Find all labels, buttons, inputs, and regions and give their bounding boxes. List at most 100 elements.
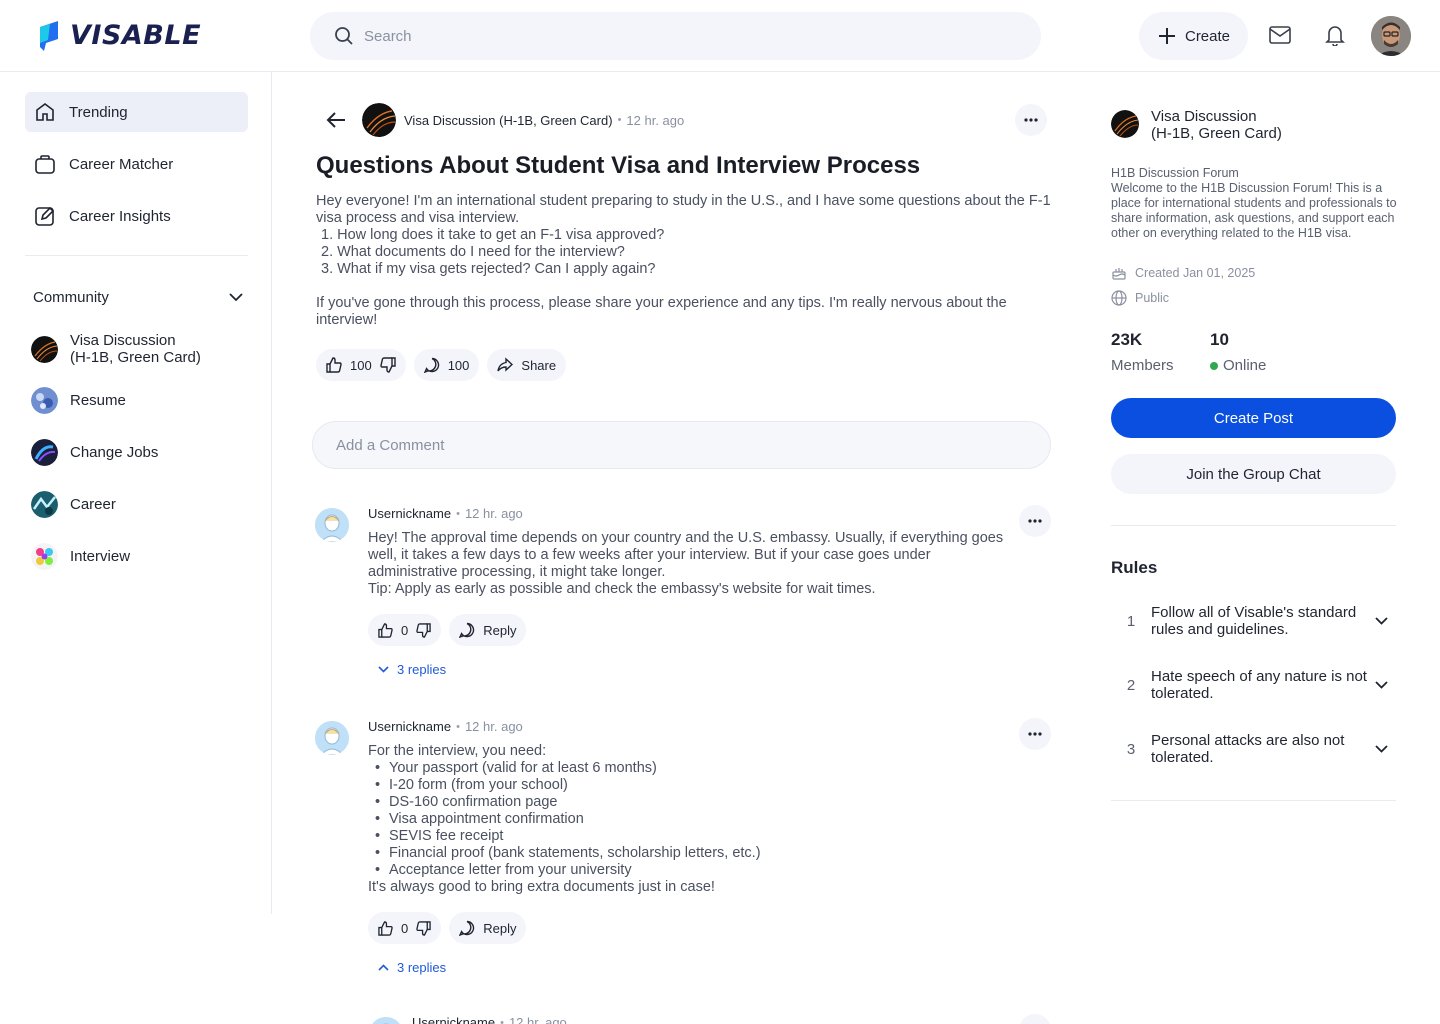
community-toggle[interactable]: Community <box>33 286 243 308</box>
visibility-label: Public <box>1135 291 1170 305</box>
comment-more-button[interactable] <box>1019 505 1051 537</box>
nav-item-career-matcher[interactable]: Career Matcher <box>25 144 248 184</box>
create-button[interactable]: Create <box>1139 12 1248 60</box>
rule-item[interactable]: 3 Personal attacks are also not tolerate… <box>1111 732 1396 766</box>
top-header: VISABLE Create <box>0 0 1440 72</box>
post-community-name[interactable]: Visa Discussion (H-1B, Green Card) <box>404 113 613 128</box>
comment-time: 12 hr. ago <box>464 719 523 734</box>
user-avatar[interactable] <box>1371 16 1411 56</box>
community-item-change-jobs[interactable]: Change Jobs <box>31 439 248 466</box>
separator-dot: • <box>456 720 460 733</box>
edit-icon <box>35 206 55 226</box>
document-bullet: Visa appointment confirmation <box>368 811 1018 828</box>
nav-label: Trending <box>69 103 128 121</box>
comment-more-button[interactable] <box>1019 1014 1051 1024</box>
community-name: Career <box>70 496 116 513</box>
community-avatar <box>31 335 58 363</box>
community-item-interview[interactable]: Interview <box>31 543 248 570</box>
document-bullet: SEVIS fee receipt <box>368 828 1018 845</box>
comment-username[interactable]: Usernickname <box>412 1015 495 1024</box>
plus-icon <box>1158 28 1175 44</box>
nav-item-trending[interactable]: Trending <box>25 92 248 132</box>
commenter-avatar[interactable] <box>315 508 349 542</box>
online-status-dot <box>1210 361 1218 370</box>
briefcase-icon <box>35 155 55 174</box>
share-button[interactable]: Share <box>487 349 567 381</box>
post-more-button[interactable] <box>1015 104 1047 136</box>
thumbs-down-icon[interactable] <box>416 622 431 638</box>
join-group-chat-button[interactable]: Join the Group Chat <box>1111 454 1396 494</box>
comment-tip: Tip: Apply as early as possible and chec… <box>368 581 876 597</box>
thumbs-down-icon[interactable] <box>416 920 431 936</box>
collapse-replies-toggle[interactable]: 3 replies <box>378 960 446 975</box>
vote-control: 100 <box>316 349 406 381</box>
cake-icon <box>1112 268 1126 280</box>
brand-name: VISABLE <box>70 20 202 51</box>
commenter-avatar[interactable] <box>315 721 349 755</box>
created-date: Created Jan 01, 2025 <box>1111 265 1255 280</box>
chevron-down-icon <box>1371 681 1391 689</box>
globe-icon <box>1111 290 1127 306</box>
chevron-down-icon <box>1371 617 1391 625</box>
post-question: 2. What documents do I need for the inte… <box>321 244 625 260</box>
comment-more-button[interactable] <box>1019 718 1051 750</box>
document-bullet: Acceptance letter from your university <box>368 862 1018 879</box>
comment-body: Hey! The approval time depends on your c… <box>368 530 1018 598</box>
commenter-avatar[interactable] <box>369 1017 403 1024</box>
add-comment-input[interactable] <box>312 421 1051 469</box>
back-arrow-icon[interactable] <box>322 106 350 134</box>
comment-actions: 0 Reply <box>368 912 527 944</box>
bell-icon[interactable] <box>1322 22 1348 48</box>
community-item-visa[interactable]: Visa Discussion (H-1B, Green Card) <box>31 332 248 366</box>
community-avatar <box>31 491 58 518</box>
online-label: Online <box>1210 357 1266 374</box>
expand-replies-toggle[interactable]: 3 replies <box>378 662 446 677</box>
chevron-down-icon <box>1371 745 1391 753</box>
community-name: Interview <box>70 548 131 565</box>
thumbs-up-icon[interactable] <box>378 920 393 936</box>
comment-username[interactable]: Usernickname <box>368 719 451 734</box>
about-name-line: (H-1B, Green Card) <box>1151 125 1282 142</box>
mail-icon[interactable] <box>1267 22 1293 48</box>
post-actions: 100 100 Share <box>316 349 567 381</box>
chevron-down-icon <box>378 666 389 673</box>
document-bullet: Financial proof (bank statements, schola… <box>368 845 1018 862</box>
comment-actions: 0 Reply <box>368 614 527 646</box>
home-icon <box>36 103 54 121</box>
thumbs-up-icon[interactable] <box>326 357 342 373</box>
comment-time: 12 hr. ago <box>508 1015 567 1024</box>
reply-button[interactable]: Reply <box>449 614 527 646</box>
more-horizontal-icon <box>1028 519 1042 523</box>
created-label: Created Jan 01, 2025 <box>1135 265 1256 280</box>
thumbs-up-icon[interactable] <box>378 622 393 638</box>
brand-logo[interactable]: VISABLE <box>36 20 201 51</box>
rule-item[interactable]: 1 Follow all of Visable's standard rules… <box>1111 604 1396 638</box>
thumbs-down-icon[interactable] <box>380 357 396 373</box>
share-icon <box>497 357 514 372</box>
separator-dot: • <box>617 114 622 126</box>
more-horizontal-icon <box>1024 118 1038 122</box>
comment-icon <box>459 920 475 936</box>
comment-username[interactable]: Usernickname <box>368 506 451 521</box>
post-body: Hey everyone! I'm an international stude… <box>316 193 1051 329</box>
comments-button[interactable]: 100 <box>413 349 480 381</box>
rule-item[interactable]: 2 Hate speech of any nature is not toler… <box>1111 668 1396 702</box>
about-community-header: Visa Discussion (H-1B, Green Card) <box>1111 108 1282 142</box>
chevron-up-icon <box>378 964 389 971</box>
nav-item-career-insights[interactable]: Career Insights <box>25 196 248 236</box>
search-input[interactable] <box>364 27 964 45</box>
online-label-text: Online <box>1223 357 1267 374</box>
reply-label: Reply <box>483 920 517 936</box>
search-bar[interactable] <box>310 12 1041 60</box>
rule-number: 3 <box>1126 740 1136 758</box>
create-label: Create <box>1184 27 1231 45</box>
community-item-career[interactable]: Career <box>31 491 248 518</box>
create-post-button[interactable]: Create Post <box>1111 398 1396 438</box>
post-intro: Hey everyone! I'm an international stude… <box>316 193 1051 226</box>
reply-button[interactable]: Reply <box>449 912 527 944</box>
replies-count-label: 3 replies <box>397 662 447 677</box>
comment-icon <box>459 622 475 638</box>
rule-number: 1 <box>1126 612 1136 630</box>
community-item-resume[interactable]: Resume <box>31 387 248 414</box>
community-name: Change Jobs <box>70 444 159 461</box>
